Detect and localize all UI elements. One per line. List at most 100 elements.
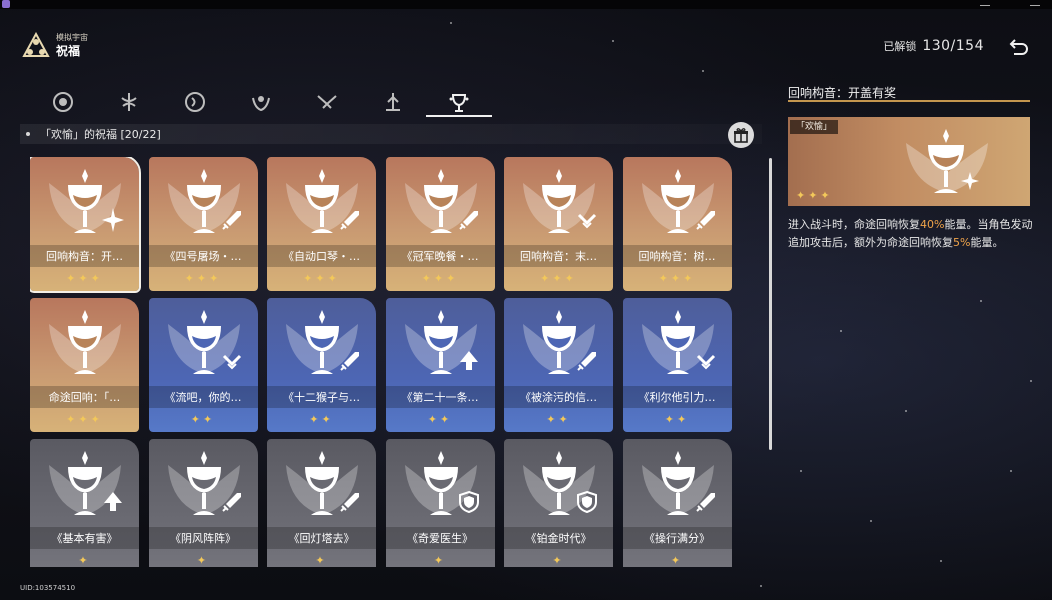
tab-hunt[interactable] <box>294 89 360 115</box>
blessing-card[interactable]: 《阴风阵阵》 ✦ <box>148 439 258 567</box>
rarity-stars: ✦ <box>196 554 210 567</box>
blessing-name: 《流吧，你的… <box>164 391 242 404</box>
blessing-grid: 回响构音：开… ✦✦✦ 《四号屠场・… ✦✦✦ 《自动口琴・… ✦✦✦ 《冠军晚餐・… ✦✦✦… <box>30 157 750 567</box>
abundance-path-icon <box>252 96 270 112</box>
rarity-stars: ✦✦✦ <box>66 272 103 285</box>
rarity-stars: ✦✦ <box>546 413 571 426</box>
app-icon <box>2 0 10 8</box>
window-titlebar <box>0 0 1052 9</box>
tab-abundance[interactable] <box>228 89 294 115</box>
desc-text: 进入战斗时，命途回响恢复 <box>788 218 920 231</box>
blessing-name: 《十二猴子与… <box>283 391 360 404</box>
sword-icon <box>695 493 715 512</box>
blessing-name: 《回灯塔去》 <box>288 532 355 545</box>
close-icon[interactable] <box>1030 0 1040 6</box>
gift-button[interactable] <box>728 122 754 148</box>
desc-highlight: 40% <box>920 218 945 231</box>
blessing-name: 《奇爱医生》 <box>407 532 473 545</box>
blessing-card[interactable]: 《被涂污的信… ✦✦ <box>504 298 613 432</box>
detail-preview: 「欢愉」 ✦✦✦ <box>788 117 1030 206</box>
blessing-card[interactable]: 《操行满分》 ✦ <box>622 439 732 567</box>
chevron-check-icon <box>222 354 241 370</box>
page-header: 模拟宇宙 祝福 <box>22 30 88 62</box>
blessing-card[interactable]: 《第二十一条… ✦✦ <box>385 298 495 432</box>
rarity-stars: ✦✦✦ <box>421 272 459 285</box>
blessing-card[interactable]: 《十二猴子与… ✦✦ <box>267 298 376 432</box>
blessing-name: 《冠军晚餐・… <box>401 250 479 263</box>
rarity-stars: ✦ <box>433 554 447 567</box>
blessing-card[interactable]: 命途回响：「… ✦✦✦ <box>30 298 139 432</box>
sword-icon <box>221 211 241 230</box>
blessing-card[interactable]: 《自动口琴・… ✦✦✦ <box>267 157 376 291</box>
tab-preservation[interactable] <box>30 89 96 115</box>
rarity-stars: ✦ <box>78 554 91 567</box>
destruction-path-icon <box>386 93 400 111</box>
rarity-stars: ✦✦ <box>427 413 453 426</box>
blessing-name: 《铂金时代》 <box>525 532 592 545</box>
section-title: 「欢愉」的祝福 [20/22] <box>40 128 161 141</box>
blessing-card[interactable]: 《冠军晚餐・… ✦✦✦ <box>385 157 495 291</box>
blessing-name: 《四号屠场・… <box>164 250 242 263</box>
uid-label: UID:103574510 <box>20 584 76 592</box>
blessing-card[interactable]: 《基本有害》 ✦ <box>30 439 139 567</box>
chevron-check-icon <box>696 354 715 370</box>
blessing-name: 命途回响：「… <box>48 391 121 404</box>
hunt-path-icon <box>317 95 337 109</box>
blessing-card[interactable]: 《流吧，你的… ✦✦ <box>148 298 258 432</box>
blessing-card[interactable]: 《铂金时代》 ✦ <box>504 439 613 567</box>
blessing-card[interactable]: 《回灯塔去》 ✦ <box>267 439 376 567</box>
unlock-count: 130/154 <box>922 38 984 54</box>
blessing-name: 回响构音：末… <box>520 250 597 263</box>
preservation-path-icon <box>53 92 73 112</box>
blessing-card[interactable]: 《奇爱医生》 ✦ <box>385 439 495 567</box>
rarity-stars: ✦✦✦ <box>540 272 577 285</box>
detail-rarity-stars: ✦✦✦ <box>796 189 833 202</box>
blessing-card[interactable]: 回响构音：树… ✦✦✦ <box>622 157 732 291</box>
rarity-stars: ✦✦✦ <box>66 413 103 426</box>
minimize-icon[interactable] <box>980 0 990 6</box>
rarity-stars: ✦✦✦ <box>184 272 222 285</box>
detail-title: 回响构音：开盖有奖 <box>788 86 897 100</box>
elation-goblet-icon <box>68 310 102 374</box>
blessing-card[interactable]: 回响构音：开… ✦✦✦ <box>30 157 141 293</box>
blessing-name: 《自动口琴・… <box>283 250 360 263</box>
star-burst-icon <box>961 172 979 190</box>
blessing-name: 《基本有害》 <box>51 532 118 545</box>
simulated-universe-logo-icon <box>22 32 50 57</box>
tab-nihility[interactable] <box>162 89 228 115</box>
tab-destruction[interactable] <box>360 89 426 115</box>
tab-remembrance[interactable] <box>96 89 162 115</box>
blessing-name: 回响构音：树… <box>638 250 716 263</box>
remembrance-path-icon <box>121 93 137 111</box>
section-header: 「欢愉」的祝福 [20/22] <box>20 124 762 144</box>
gift-icon <box>734 128 748 143</box>
unlock-label: 已解锁 <box>883 40 917 53</box>
rarity-stars: ✦✦✦ <box>303 272 340 285</box>
rarity-stars: ✦✦ <box>190 413 216 426</box>
blessing-card[interactable]: 《四号屠场・… ✦✦✦ <box>148 157 258 291</box>
page-title: 祝福 <box>56 44 81 58</box>
tab-elation[interactable] <box>426 89 492 117</box>
blessing-name: 《第二十一条… <box>401 391 479 404</box>
blessing-card[interactable]: 《利尔他引力… ✦✦ <box>622 298 732 432</box>
rarity-stars: ✦✦✦ <box>658 272 696 285</box>
blessing-name: 《利尔他引力… <box>638 391 716 404</box>
chevron-check-icon <box>577 213 597 229</box>
sword-icon <box>577 352 596 371</box>
blessing-name: 《操行满分》 <box>644 532 710 545</box>
rarity-stars: ✦✦ <box>309 413 334 426</box>
blessing-card[interactable]: 回响构音：末… ✦✦✦ <box>504 157 613 291</box>
sword-icon <box>221 493 241 512</box>
detail-divider <box>788 100 1030 102</box>
sword-icon <box>458 211 478 230</box>
rarity-stars: ✦ <box>670 554 684 567</box>
bullet-icon <box>26 132 30 136</box>
sword-icon <box>340 352 359 371</box>
back-icon[interactable] <box>1008 36 1030 56</box>
blessing-name: 《被涂污的信… <box>520 391 597 404</box>
nihility-path-icon <box>185 92 205 112</box>
scrollbar[interactable] <box>769 158 772 450</box>
shield-icon <box>458 490 479 514</box>
shield-icon <box>577 490 597 514</box>
sword-icon <box>695 211 715 230</box>
